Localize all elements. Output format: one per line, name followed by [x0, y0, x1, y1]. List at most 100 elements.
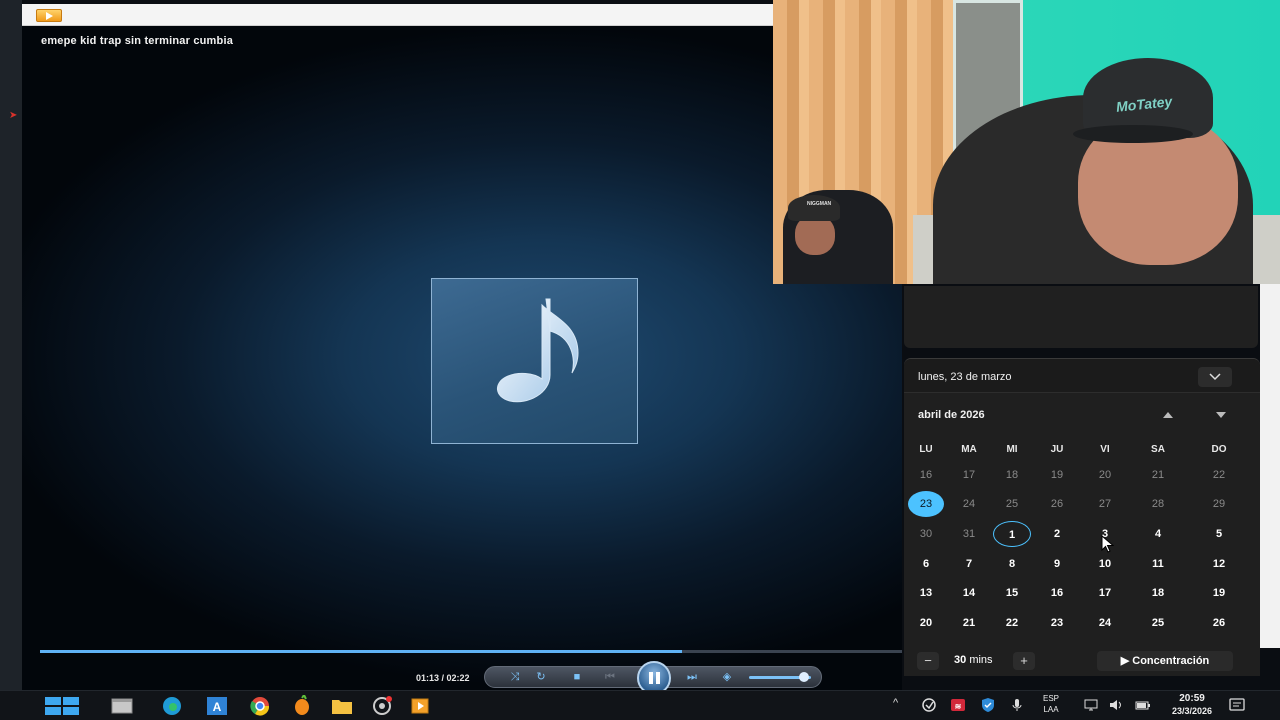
- calendar-day[interactable]: 24: [1088, 610, 1122, 636]
- tray-overflow-icon[interactable]: ^: [893, 697, 898, 709]
- volume-slider-thumb[interactable]: [799, 672, 809, 682]
- calendar-day[interactable]: 22: [995, 610, 1029, 636]
- weekday-header: DO: [1211, 444, 1227, 455]
- security-shield-icon[interactable]: [980, 697, 996, 713]
- calendar-day[interactable]: 22: [1202, 462, 1236, 488]
- calendar-day[interactable]: 24: [952, 491, 986, 517]
- folder-icon[interactable]: [330, 695, 354, 717]
- calendar-header: lunes, 23 de marzo: [904, 359, 1260, 393]
- music-note-icon: [497, 298, 579, 403]
- stop-icon[interactable]: ■: [569, 670, 585, 684]
- calendar-day[interactable]: 19: [1040, 462, 1074, 488]
- next-icon[interactable]: ⏭: [679, 670, 705, 684]
- calendar-day[interactable]: 6: [909, 551, 943, 577]
- calendar-day[interactable]: 29: [1202, 491, 1236, 517]
- calendar-day[interactable]: 7: [952, 551, 986, 577]
- next-month-icon[interactable]: [1214, 409, 1228, 421]
- calendar-day[interactable]: 19: [1202, 580, 1236, 606]
- calendar-day[interactable]: 13: [909, 580, 943, 606]
- network-icon[interactable]: [1083, 697, 1099, 713]
- calendar-day[interactable]: 8: [995, 551, 1029, 577]
- track-title: emepe kid trap sin terminar cumbia: [41, 35, 234, 47]
- collapse-calendar-button[interactable]: [1198, 367, 1232, 387]
- fl-studio-icon[interactable]: [290, 695, 314, 717]
- text-editor-icon[interactable]: A: [205, 695, 229, 717]
- calendar-day[interactable]: 4: [1141, 521, 1175, 547]
- calendar-day[interactable]: 2: [1040, 521, 1074, 547]
- calendar-day[interactable]: 9: [1040, 551, 1074, 577]
- edge-browser-icon[interactable]: [160, 695, 184, 717]
- calendar-day[interactable]: 26: [1202, 610, 1236, 636]
- volume-icon[interactable]: ◈: [717, 670, 737, 684]
- calendar-day[interactable]: 27: [1088, 491, 1122, 517]
- app-tray-icon[interactable]: ≋: [950, 697, 966, 713]
- calendar-day[interactable]: 23: [1040, 610, 1074, 636]
- input-language-indicator[interactable]: ESP LAA: [1043, 693, 1059, 715]
- calendar-day[interactable]: 17: [1088, 580, 1122, 606]
- calendar-day[interactable]: 23: [908, 491, 944, 517]
- calendar-day[interactable]: 14: [952, 580, 986, 606]
- calendar-day[interactable]: 17: [952, 462, 986, 488]
- calendar-day[interactable]: 26: [1040, 491, 1074, 517]
- mouse-cursor-icon: [1101, 535, 1115, 553]
- player-titlebar[interactable]: [22, 4, 902, 26]
- calendar-day[interactable]: 30: [909, 521, 943, 547]
- antivirus-tray-icon[interactable]: [921, 697, 937, 713]
- playback-controls: ⤨ ↻ ■ ⏮ ⏭ ◈: [484, 661, 822, 695]
- calendar-day[interactable]: 21: [1141, 462, 1175, 488]
- media-player-taskbar-icon[interactable]: [408, 695, 432, 717]
- file-explorer-window-icon[interactable]: [110, 695, 134, 717]
- left-edge-strip: ➤: [0, 0, 22, 690]
- calendar-day[interactable]: 18: [1141, 580, 1175, 606]
- calendar-full-date[interactable]: lunes, 23 de marzo: [918, 371, 1012, 383]
- play-icon: ▶: [1120, 655, 1133, 667]
- weekday-header: MA: [961, 444, 977, 455]
- settings-app-icon[interactable]: [370, 695, 394, 717]
- calendar-flyout: lunes, 23 de marzo abril de 2026 LU MA MI J…: [904, 358, 1260, 676]
- volume-tray-icon[interactable]: [1108, 697, 1124, 713]
- chevron-down-icon: [1209, 373, 1221, 381]
- calendar-day[interactable]: 1: [993, 521, 1031, 547]
- media-player-app-icon: [36, 9, 62, 22]
- album-art: [431, 278, 638, 444]
- calendar-day[interactable]: 16: [909, 462, 943, 488]
- chrome-browser-icon[interactable]: [248, 695, 272, 717]
- start-icon[interactable]: [44, 695, 80, 717]
- calendar-day[interactable]: 16: [1040, 580, 1074, 606]
- seek-bar[interactable]: [40, 650, 902, 653]
- weekday-header: LU: [919, 444, 933, 455]
- calendar-day[interactable]: 21: [952, 610, 986, 636]
- calendar-day[interactable]: 25: [1141, 610, 1175, 636]
- calendar-day[interactable]: 12: [1202, 551, 1236, 577]
- repeat-icon[interactable]: ↻: [533, 670, 549, 684]
- calendar-day[interactable]: 11: [1141, 551, 1175, 577]
- calendar-day[interactable]: 18: [995, 462, 1029, 488]
- calendar-day[interactable]: 10: [1088, 551, 1122, 577]
- calendar-day[interactable]: 15: [995, 580, 1029, 606]
- calendar-day[interactable]: 25: [995, 491, 1029, 517]
- previous-icon[interactable]: ⏮: [597, 670, 623, 684]
- shuffle-icon[interactable]: ⤨: [507, 670, 523, 684]
- focus-increase-button[interactable]: +: [1013, 652, 1035, 670]
- taskbar-clock[interactable]: 20:59 23/3/2026: [1172, 693, 1212, 717]
- notifications-icon[interactable]: [1228, 697, 1246, 713]
- previous-month-icon[interactable]: [1161, 409, 1175, 421]
- calendar-day[interactable]: 20: [909, 610, 943, 636]
- focus-session-button[interactable]: ▶ Concentración: [1097, 651, 1233, 671]
- calendar-day[interactable]: 31: [952, 521, 986, 547]
- calendar-day[interactable]: 28: [1141, 491, 1175, 517]
- calendar-day[interactable]: 5: [1202, 521, 1236, 547]
- battery-icon[interactable]: [1135, 697, 1151, 713]
- seek-bar-progress: [40, 650, 683, 653]
- weekday-header: VI: [1100, 444, 1110, 455]
- microphone-icon[interactable]: [1009, 697, 1025, 713]
- calendar-day[interactable]: 20: [1088, 462, 1122, 488]
- focus-decrease-button[interactable]: −: [917, 652, 939, 670]
- language-code: ESP: [1043, 694, 1060, 703]
- webcam-face-small: [795, 215, 835, 255]
- focus-duration: 30 mins: [954, 654, 993, 666]
- calendar-month-label[interactable]: abril de 2026: [918, 409, 985, 421]
- now-playing-area[interactable]: emepe kid trap sin terminar cumbia 01:13…: [22, 26, 902, 695]
- right-edge-window: [1260, 284, 1280, 648]
- weekday-header: SA: [1151, 444, 1165, 455]
